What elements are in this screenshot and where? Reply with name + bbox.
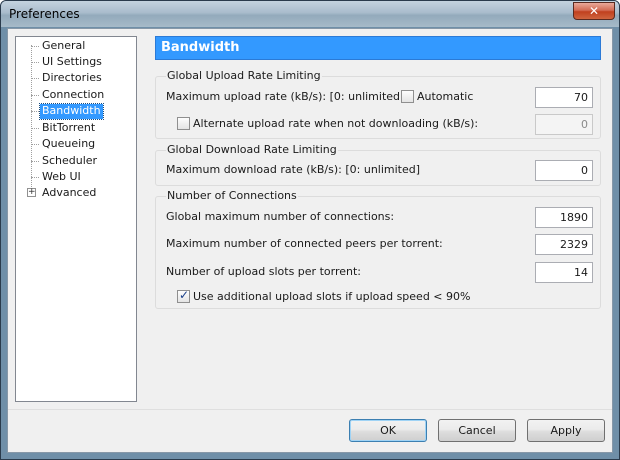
max-download-input[interactable]: 0 [535, 160, 593, 181]
tree-branch-line [31, 128, 39, 129]
section-header: Bandwidth [155, 36, 601, 60]
tree-item-scheduler[interactable]: Scheduler [16, 153, 136, 169]
tree-branch-line [31, 111, 39, 112]
global-max-connections-input[interactable]: 1890 [535, 207, 593, 228]
group-title: Global Upload Rate Limiting [166, 69, 322, 83]
tree-item-ui-settings[interactable]: UI Settings [16, 54, 136, 70]
tree-item-general[interactable]: General [16, 38, 136, 54]
apply-button[interactable]: Apply [527, 419, 605, 442]
close-icon: ✕ [588, 4, 600, 18]
tree-branch-line [31, 144, 39, 145]
extra-upload-slots-checkbox[interactable] [177, 288, 190, 303]
preferences-window: Preferences ✕ General UI Settings Direct… [0, 0, 620, 460]
tree-item-directories[interactable]: Directories [16, 70, 136, 86]
group-title: Number of Connections [166, 189, 298, 203]
tree-item-label: Advanced [42, 186, 97, 199]
tree-item-label: UI Settings [42, 55, 102, 68]
title-bar[interactable]: Preferences ✕ [1, 1, 619, 27]
tree-item-label: Directories [42, 71, 102, 84]
tree-item-bittorrent[interactable]: BitTorrent [16, 120, 136, 136]
alternate-upload-input[interactable]: 0 [535, 114, 593, 135]
footer-divider [8, 409, 612, 410]
max-peers-label: Maximum number of connected peers per to… [166, 237, 443, 250]
extra-upload-slots-label[interactable]: Use additional upload slots if upload sp… [193, 290, 470, 304]
max-upload-label: Maximum upload rate (kB/s): [0: unlimite… [166, 90, 405, 103]
window-title: Preferences [9, 7, 80, 21]
tree-item-label: Queueing [42, 137, 96, 150]
tree-item-bandwidth[interactable]: Bandwidth [16, 103, 136, 120]
upload-rate-group: Global Upload Rate Limiting Maximum uplo… [155, 69, 601, 139]
tree-branch-line [31, 62, 39, 63]
tree-branch-line [31, 78, 39, 79]
group-title: Global Download Rate Limiting [166, 143, 338, 157]
upload-slots-input[interactable]: 14 [535, 262, 593, 283]
close-button[interactable]: ✕ [573, 2, 615, 20]
alternate-upload-checkbox[interactable] [177, 117, 190, 130]
tree-item-label: General [42, 39, 86, 52]
max-peers-input[interactable]: 2329 [535, 234, 593, 255]
tree-item-label: BitTorrent [42, 121, 96, 134]
automatic-checkbox[interactable] [401, 90, 414, 103]
category-tree[interactable]: General UI Settings Directories Connecti… [15, 36, 137, 402]
tree-branch-line [31, 161, 39, 162]
tree-item-queueing[interactable]: Queueing [16, 136, 136, 152]
dialog-client-area: General UI Settings Directories Connecti… [7, 28, 613, 453]
ok-button[interactable]: OK [349, 419, 427, 442]
tree-branch-line [31, 46, 39, 47]
tree-item-connection[interactable]: Connection [16, 87, 136, 103]
download-rate-group: Global Download Rate Limiting Maximum do… [155, 143, 601, 186]
tree-item-web-ui[interactable]: Web UI [16, 169, 136, 185]
max-upload-input[interactable]: 70 [535, 87, 593, 108]
automatic-label[interactable]: Automatic [417, 90, 473, 104]
tree-branch-line [31, 95, 39, 96]
tree-item-label: Web UI [42, 170, 81, 183]
upload-slots-label: Number of upload slots per torrent: [166, 265, 361, 278]
alternate-upload-label[interactable]: Alternate upload rate when not downloadi… [193, 117, 478, 131]
tree-item-label: Bandwidth [39, 103, 104, 120]
tree-item-advanced[interactable]: + Advanced [16, 185, 136, 201]
connections-group: Number of Connections Global maximum num… [155, 189, 601, 309]
max-download-label: Maximum download rate (kB/s): [0: unlimi… [166, 163, 421, 176]
tree-item-label: Scheduler [42, 154, 98, 167]
tree-branch-line [31, 177, 39, 178]
tree-item-label: Connection [42, 88, 105, 101]
cancel-button[interactable]: Cancel [438, 419, 516, 442]
global-max-connections-label: Global maximum number of connections: [166, 210, 395, 223]
expand-plus-icon[interactable]: + [27, 188, 36, 197]
